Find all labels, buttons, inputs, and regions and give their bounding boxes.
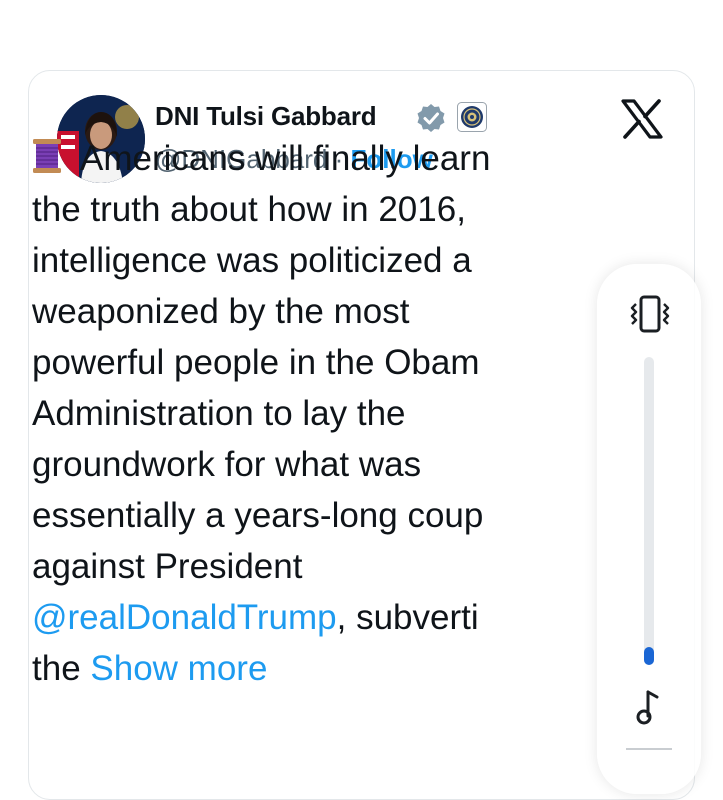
post-line-text: , subverti — [336, 598, 479, 637]
post-line: weaponized by the most — [32, 292, 410, 331]
vibrate-icon[interactable] — [628, 292, 672, 336]
odni-seal-icon[interactable] — [457, 102, 487, 132]
verified-badge-icon — [417, 104, 445, 132]
volume-panel-divider — [626, 748, 672, 750]
post-body: Americans will finally learn the truth a… — [32, 133, 692, 694]
volume-level-fill — [644, 646, 654, 665]
post-line: against President — [32, 547, 303, 586]
thread-spool-icon — [33, 139, 61, 173]
post-line-text: Americans will finally learn — [80, 139, 491, 178]
post-line-text: the — [32, 649, 91, 688]
music-note-icon[interactable] — [635, 688, 663, 728]
post-line: the truth about how in 2016, — [32, 190, 466, 229]
volume-slider[interactable] — [644, 357, 654, 665]
post-line: intelligence was politicized a — [32, 241, 472, 280]
post-line: the Show more — [32, 643, 692, 694]
show-more-link[interactable]: Show more — [90, 649, 267, 688]
post-line: @realDonaldTrump, subverti — [32, 592, 692, 643]
mention-link[interactable]: @realDonaldTrump — [32, 598, 337, 637]
author-name[interactable]: DNI Tulsi Gabbard — [155, 101, 377, 132]
post-line: Administration to lay the — [32, 394, 406, 433]
post-line: powerful people in the Obam — [32, 343, 480, 382]
post-line: groundwork for what was — [32, 445, 422, 484]
post-line: essentially a years-long coup — [32, 496, 484, 535]
post-line: Americans will finally learn — [32, 133, 692, 184]
